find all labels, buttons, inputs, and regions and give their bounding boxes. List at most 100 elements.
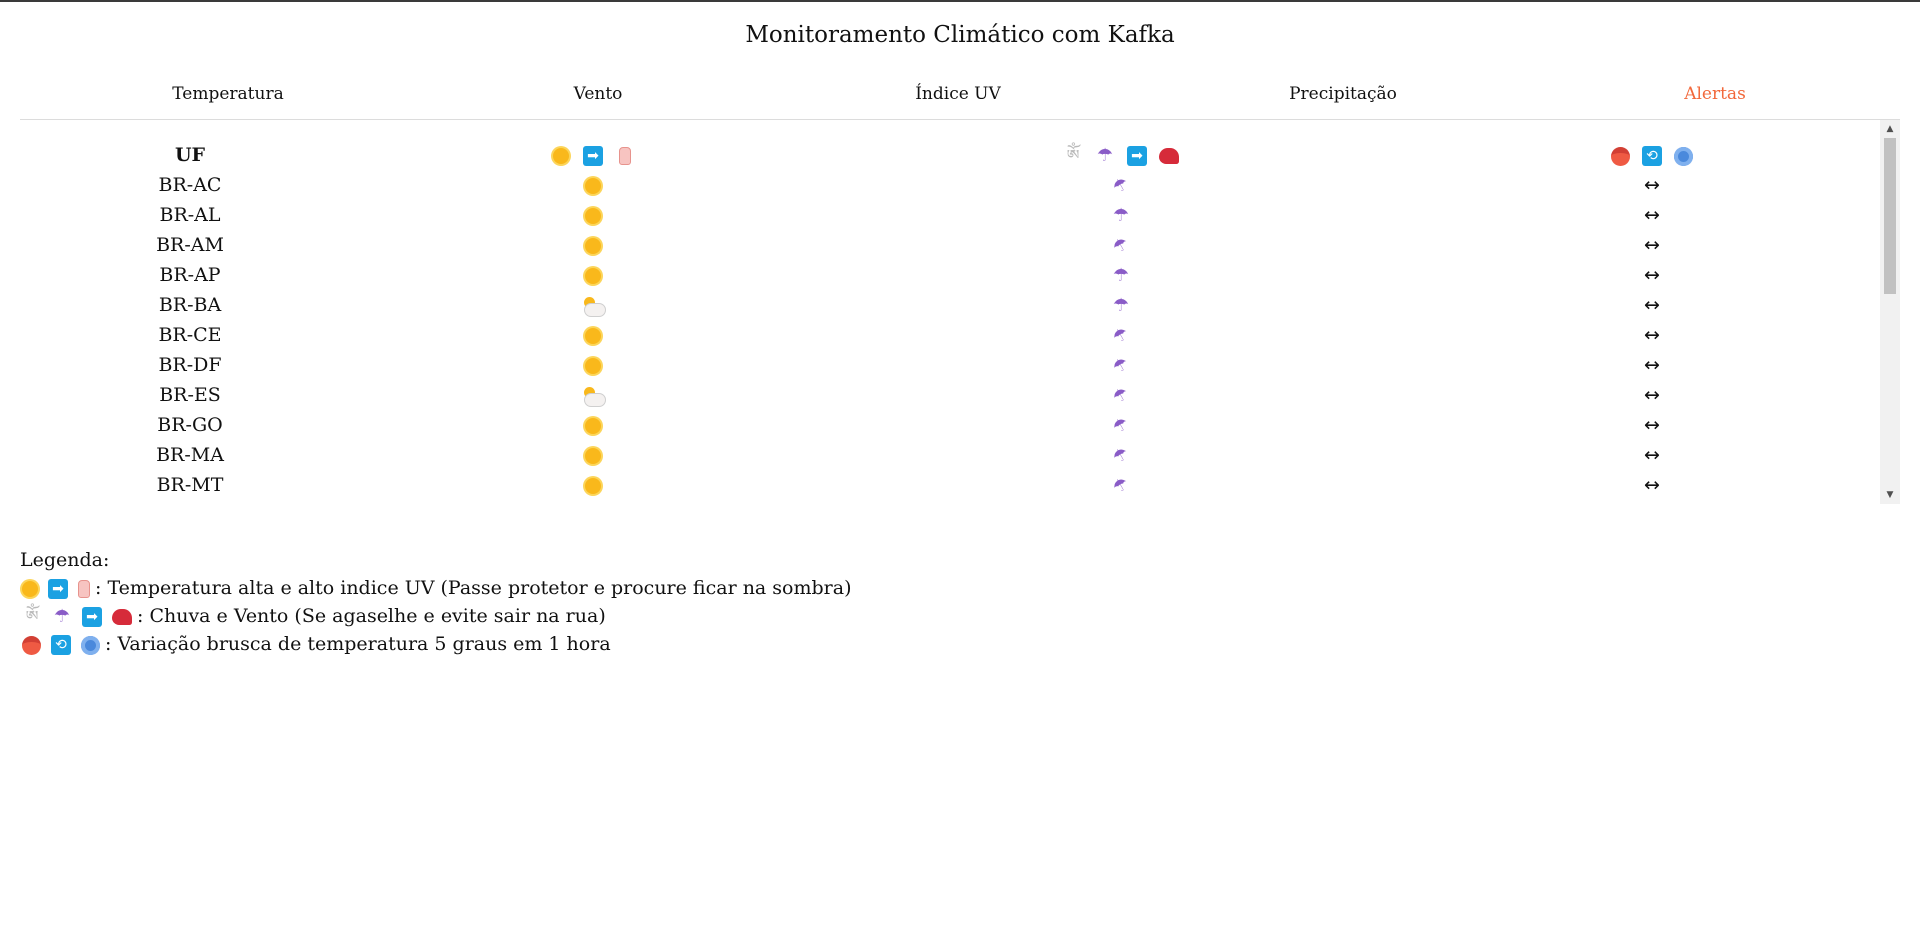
- tab-temperatura[interactable]: Temperatura: [172, 84, 283, 104]
- uf-cell: BR-GO: [157, 414, 223, 436]
- cold-face-icon: [81, 635, 100, 655]
- temperature-status-cell: [577, 350, 609, 380]
- sun-icon: [553, 148, 569, 164]
- variation-cell: ↔: [1644, 234, 1660, 256]
- temperature-status-cell: [577, 440, 609, 470]
- sun-icon: [585, 268, 601, 284]
- variation-cell: ↔: [1644, 444, 1660, 466]
- wind-icon: ༀ: [25, 607, 39, 626]
- rain-status-cell: ☂: [1105, 380, 1137, 410]
- temperature-status-cell: [577, 260, 609, 290]
- table-row: BR-ES ☂ ↔: [20, 380, 1880, 410]
- scrollbar-thumb[interactable]: [1884, 138, 1896, 294]
- table-row: BR-AM ☂ ↔: [20, 230, 1880, 260]
- uf-cell: BR-AC: [158, 174, 222, 196]
- temperature-status-cell: [577, 320, 609, 350]
- table-row: BR-GO ☂ ↔: [20, 410, 1880, 440]
- temperature-status-cell: [576, 380, 610, 410]
- sun-icon: [585, 238, 601, 254]
- header-rain-wind-icons: ༀ ☂ ➡: [1057, 140, 1185, 170]
- sun-icon: [585, 178, 601, 194]
- table-row: BR-AL ☂ ↔: [20, 200, 1880, 230]
- arrow-right-icon: ➡: [1127, 146, 1147, 166]
- umbrella-icon: ☂: [53, 606, 71, 627]
- uf-cell: BR-MA: [156, 444, 224, 466]
- tab-indice-uv[interactable]: Índice UV: [915, 84, 1001, 104]
- tab-precipitacao[interactable]: Precipitação: [1289, 84, 1397, 104]
- cloud-sun-icon: [582, 297, 606, 317]
- sun-icon: [585, 328, 601, 344]
- legend-item-variation: ⟲: Variação brusca de temperatura 5 grau…: [20, 630, 851, 658]
- hot-face-icon: [22, 635, 41, 655]
- alerts-table[interactable]: UF ➡ ༀ ☂ ➡ ⟲ BR-AC ☂ ↔ BR-AL ☂ ↔ BR-AM ☂ ↔ BR-AP ☂ ↔ B…: [20, 120, 1900, 504]
- arrow-right-icon: ➡: [583, 146, 603, 166]
- scroll-down-icon[interactable]: ▼: [1880, 486, 1900, 504]
- temperature-status-cell: [576, 290, 610, 320]
- lotion-icon: [78, 580, 90, 598]
- table-row: BR-MT ☂ ↔: [20, 470, 1880, 500]
- closed-umbrella-icon: ☂: [1109, 323, 1133, 349]
- uf-cell: BR-BA: [158, 294, 222, 316]
- temperature-status-cell: [577, 470, 609, 500]
- rain-status-cell: ☂: [1105, 290, 1137, 320]
- tab-bar: Temperatura Vento Índice UV Precipitação…: [20, 84, 1900, 120]
- header-heat-icons: ➡: [545, 140, 641, 170]
- table-row: BR-DF ☂ ↔: [20, 350, 1880, 380]
- table-row: BR-AP ☂ ↔: [20, 260, 1880, 290]
- tab-vento[interactable]: Vento: [574, 84, 623, 104]
- variation-cell: ↔: [1644, 384, 1660, 406]
- repeat-icon: ⟲: [1642, 146, 1662, 166]
- variation-cell: ↔: [1644, 354, 1660, 376]
- legend-title: Legenda:: [20, 549, 110, 571]
- sun-icon: [22, 581, 38, 597]
- scroll-up-icon[interactable]: ▲: [1880, 120, 1900, 138]
- rain-status-cell: ☂: [1105, 440, 1137, 470]
- uf-cell: BR-DF: [158, 354, 222, 376]
- uf-cell: BR-AP: [159, 264, 221, 286]
- variation-cell: ↔: [1644, 294, 1660, 316]
- rain-status-cell: ☂: [1105, 260, 1137, 290]
- sun-icon: [585, 478, 601, 494]
- legend-item-text: : Chuva e Vento (Se agaselhe e evite sai…: [137, 605, 606, 627]
- sun-icon: [585, 358, 601, 374]
- legend-item-text: : Temperatura alta e alto indice UV (Pas…: [95, 577, 852, 599]
- header-variation-icons: ⟲: [1605, 140, 1699, 170]
- sun-icon: [585, 418, 601, 434]
- table-header-row: UF ➡ ༀ ☂ ➡ ⟲: [20, 140, 1880, 170]
- tab-alertas[interactable]: Alertas: [1684, 84, 1746, 104]
- cap-icon: [1159, 148, 1179, 164]
- rain-status-cell: ☂: [1105, 230, 1137, 260]
- umbrella-icon: ☂: [1112, 205, 1130, 226]
- closed-umbrella-icon: ☂: [1109, 473, 1133, 499]
- rain-status-cell: ☂: [1105, 410, 1137, 440]
- table-scrollbar[interactable]: ▲ ▼: [1880, 120, 1900, 504]
- uf-column-header: UF: [174, 144, 206, 166]
- rain-status-cell: ☂: [1105, 170, 1137, 200]
- rain-status-cell: ☂: [1105, 350, 1137, 380]
- cap-icon: [112, 609, 132, 625]
- closed-umbrella-icon: ☂: [1109, 173, 1133, 199]
- umbrella-icon: ☂: [1096, 145, 1114, 166]
- table-row: BR-MA ☂ ↔: [20, 440, 1880, 470]
- table-row: BR-BA ☂ ↔: [20, 290, 1880, 320]
- page-title: Monitoramento Climático com Kafka: [745, 22, 1175, 48]
- closed-umbrella-icon: ☂: [1109, 413, 1133, 439]
- cloud-sun-icon: [582, 387, 606, 407]
- table-row: BR-CE ☂ ↔: [20, 320, 1880, 350]
- lotion-icon: [619, 147, 631, 165]
- wind-icon: ༀ: [1066, 146, 1080, 165]
- rain-status-cell: ☂: [1105, 320, 1137, 350]
- sun-icon: [585, 448, 601, 464]
- variation-cell: ↔: [1644, 174, 1660, 196]
- temperature-status-cell: [577, 200, 609, 230]
- variation-cell: ↔: [1644, 474, 1660, 496]
- hot-face-icon: [1611, 146, 1630, 166]
- rain-status-cell: ☂: [1105, 200, 1137, 230]
- umbrella-icon: ☂: [1112, 265, 1130, 286]
- uf-cell: BR-MT: [156, 474, 224, 496]
- temperature-status-cell: [577, 170, 609, 200]
- legend-item-rain-wind: ༀ ☂ ➡: Chuva e Vento (Se agaselhe e evite …: [20, 602, 851, 630]
- umbrella-icon: ☂: [1112, 295, 1130, 316]
- rain-status-cell: ☂: [1105, 470, 1137, 500]
- repeat-icon: ⟲: [51, 635, 71, 655]
